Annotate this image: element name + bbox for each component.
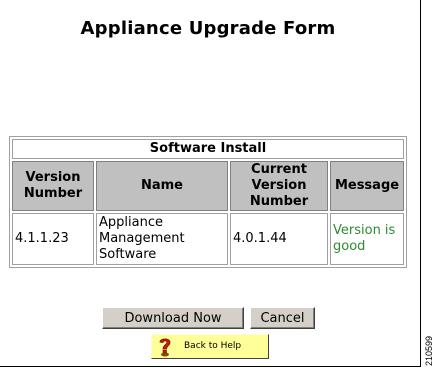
cell-message: Version is good xyxy=(330,213,404,265)
table-row: 4.1.1.23 Appliance Management Software 4… xyxy=(12,213,404,265)
cell-name: Appliance Management Software xyxy=(96,213,228,265)
software-install-table: Version Number Name Current Version Numb… xyxy=(10,159,406,267)
header-message: Message xyxy=(330,161,404,211)
figure-id: 210599 xyxy=(424,335,434,366)
software-install-panel: Software Install Version Number Name Cur… xyxy=(9,136,407,268)
back-to-help-label: Back to Help xyxy=(184,341,242,351)
download-now-button[interactable]: Download Now xyxy=(102,307,244,329)
header-current-version-number: Current Version Number xyxy=(230,161,328,211)
back-to-help-button[interactable]: Back to Help xyxy=(151,334,269,359)
software-install-caption: Software Install xyxy=(12,139,404,159)
cell-current-version-number: 4.0.1.44 xyxy=(230,213,328,265)
header-version-number: Version Number xyxy=(12,161,94,211)
cell-version-number: 4.1.1.23 xyxy=(12,213,94,265)
question-mark-icon xyxy=(159,338,171,357)
table-header-row: Version Number Name Current Version Numb… xyxy=(12,161,404,211)
page-title: Appliance Upgrade Form xyxy=(80,18,336,39)
header-name: Name xyxy=(96,161,228,211)
cancel-button[interactable]: Cancel xyxy=(250,307,315,329)
